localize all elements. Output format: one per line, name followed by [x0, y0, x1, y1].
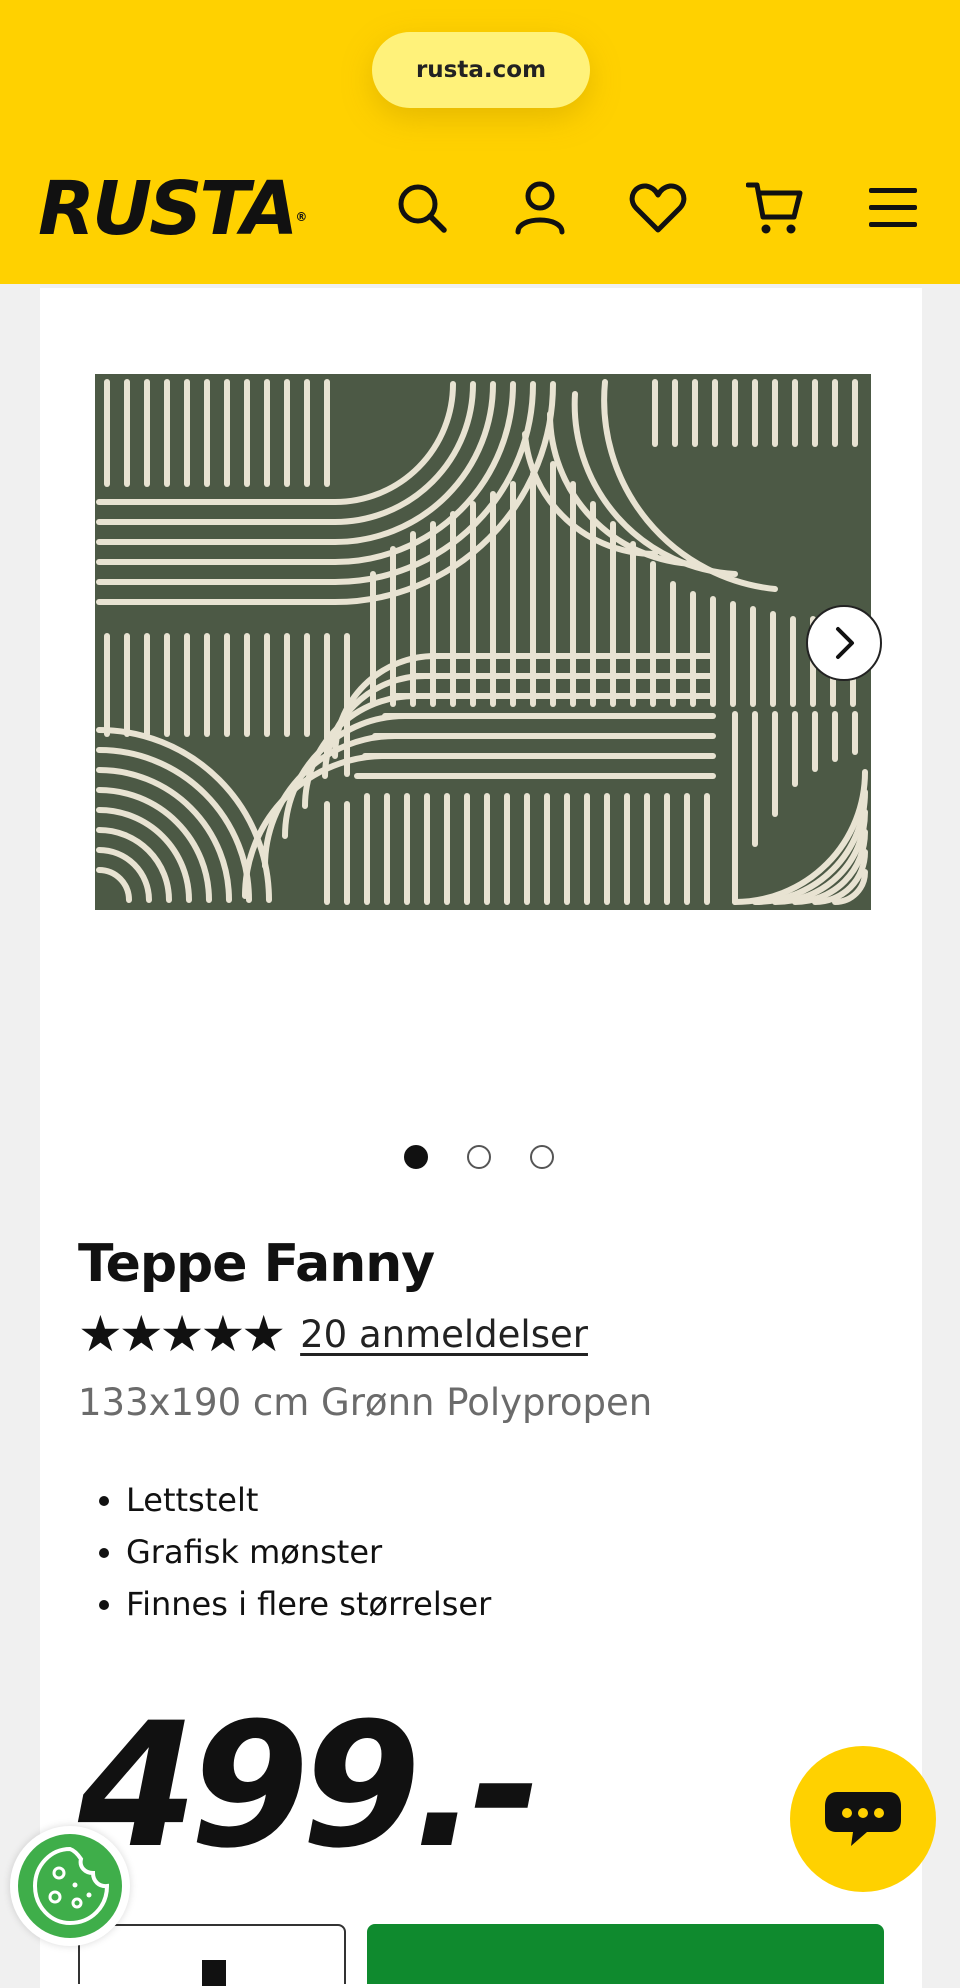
product-price: 499.-	[78, 1685, 542, 1886]
search-icon[interactable]	[392, 178, 452, 238]
browser-url-pill[interactable]: rusta.com	[372, 32, 590, 108]
product-title: Teppe Fanny	[78, 1234, 435, 1294]
chevron-right-icon	[836, 627, 854, 659]
wishlist-heart-icon[interactable]	[628, 178, 688, 238]
cart-icon[interactable]	[745, 178, 805, 238]
gallery-next-button[interactable]	[806, 605, 882, 681]
menu-icon[interactable]	[863, 178, 923, 238]
cookie-settings-button[interactable]	[10, 1826, 130, 1946]
rusta-logo[interactable]: RUSTA®	[38, 172, 307, 246]
product-image[interactable]	[95, 374, 871, 910]
feature-item: Finnes i flere størrelser	[126, 1578, 491, 1630]
feature-item: Lettstelt	[126, 1474, 491, 1526]
product-subtitle: 133x190 cm Grønn Polypropen	[78, 1381, 653, 1424]
gallery-dot-2[interactable]	[467, 1145, 491, 1169]
rating-stars: ★★★★★	[78, 1305, 286, 1363]
gallery-dot-1[interactable]	[404, 1145, 428, 1169]
chat-button[interactable]	[790, 1746, 936, 1892]
quantity-indicator	[202, 1960, 226, 1986]
product-rating: ★★★★★ 20 anmeldelser	[78, 1306, 588, 1362]
logo-text: RUSTA	[38, 166, 298, 252]
feature-list: Lettstelt Grafisk mønster Finnes i flere…	[78, 1474, 491, 1630]
feature-item: Grafisk mønster	[126, 1526, 491, 1578]
site-header: rusta.com RUSTA®	[0, 0, 960, 284]
gallery-pagination	[404, 1145, 554, 1169]
chat-bubble-icon	[825, 1792, 901, 1846]
add-to-cart-button[interactable]	[367, 1924, 884, 1984]
gallery-dot-3[interactable]	[530, 1145, 554, 1169]
logo-registered-mark: ®	[295, 210, 308, 224]
account-icon[interactable]	[510, 178, 570, 238]
reviews-link[interactable]: 20 anmeldelser	[300, 1313, 588, 1356]
cookie-icon	[18, 1834, 122, 1938]
